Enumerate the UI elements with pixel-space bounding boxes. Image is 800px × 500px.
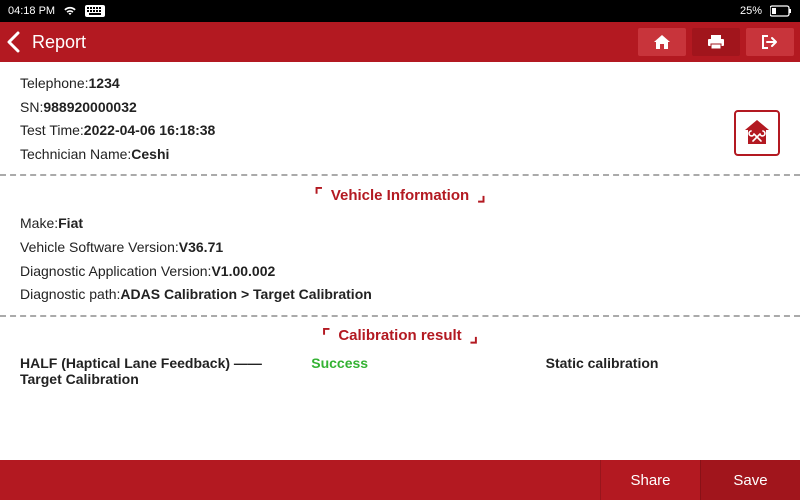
battery-icon — [770, 5, 792, 17]
save-button[interactable]: Save — [700, 460, 800, 500]
swver-label: Vehicle Software Version: — [20, 239, 179, 255]
exit-button[interactable] — [746, 28, 794, 56]
print-icon — [707, 34, 725, 50]
divider — [0, 315, 800, 317]
appver-value: V1.00.002 — [211, 263, 275, 279]
calibration-header: ⌜ Calibration result ⌟ — [20, 327, 780, 345]
tech-label: Technician Name: — [20, 146, 131, 162]
calibration-result-row: HALF (Haptical Lane Feedback) —— Target … — [20, 355, 780, 387]
testtime-label: Test Time: — [20, 122, 84, 138]
status-time: 04:18 PM — [8, 5, 55, 17]
home-button[interactable] — [638, 28, 686, 56]
page-title: Report — [32, 32, 86, 53]
tools-home-button[interactable] — [734, 110, 780, 156]
calibration-status: Success — [311, 355, 545, 387]
vehicle-info-header: ⌜ Vehicle Information ⌟ — [20, 186, 780, 204]
status-bar: 04:18 PM 25% — [0, 0, 800, 22]
vehicle-info-title: Vehicle Information — [327, 187, 473, 204]
divider — [0, 174, 800, 176]
telephone-label: Telephone: — [20, 75, 89, 91]
tools-home-icon — [741, 116, 773, 151]
bracket-right-icon: ⌟ — [473, 186, 489, 204]
bracket-left-icon: ⌜ — [318, 327, 334, 345]
battery-pct: 25% — [740, 5, 762, 17]
calibration-type: Static calibration — [546, 355, 780, 387]
report-content: Telephone:1234 SN:988920000032 Test Time… — [0, 62, 800, 460]
calibration-title: Calibration result — [334, 327, 465, 344]
path-value: ADAS Calibration > Target Calibration — [120, 286, 371, 302]
print-button[interactable] — [692, 28, 740, 56]
sn-value: 988920000032 — [43, 99, 136, 115]
make-label: Make: — [20, 215, 58, 231]
exit-icon — [761, 34, 779, 50]
swver-value: V36.71 — [179, 239, 223, 255]
telephone-value: 1234 — [89, 75, 120, 91]
back-chevron-icon — [6, 31, 20, 53]
path-label: Diagnostic path: — [20, 286, 120, 302]
bracket-left-icon: ⌜ — [310, 186, 326, 204]
sn-label: SN: — [20, 99, 43, 115]
share-button[interactable]: Share — [600, 460, 700, 500]
bottom-bar: Share Save — [0, 460, 800, 500]
testtime-value: 2022-04-06 16:18:38 — [84, 122, 216, 138]
home-icon — [653, 34, 671, 50]
back-button[interactable]: Report — [6, 31, 86, 53]
bracket-right-icon: ⌟ — [466, 327, 482, 345]
title-bar: Report — [0, 22, 800, 62]
keyboard-icon — [85, 5, 105, 17]
calibration-name: HALF (Haptical Lane Feedback) —— Target … — [20, 355, 311, 387]
appver-label: Diagnostic Application Version: — [20, 263, 211, 279]
wifi-icon — [63, 6, 77, 16]
tech-value: Ceshi — [131, 146, 169, 162]
make-value: Fiat — [58, 215, 83, 231]
